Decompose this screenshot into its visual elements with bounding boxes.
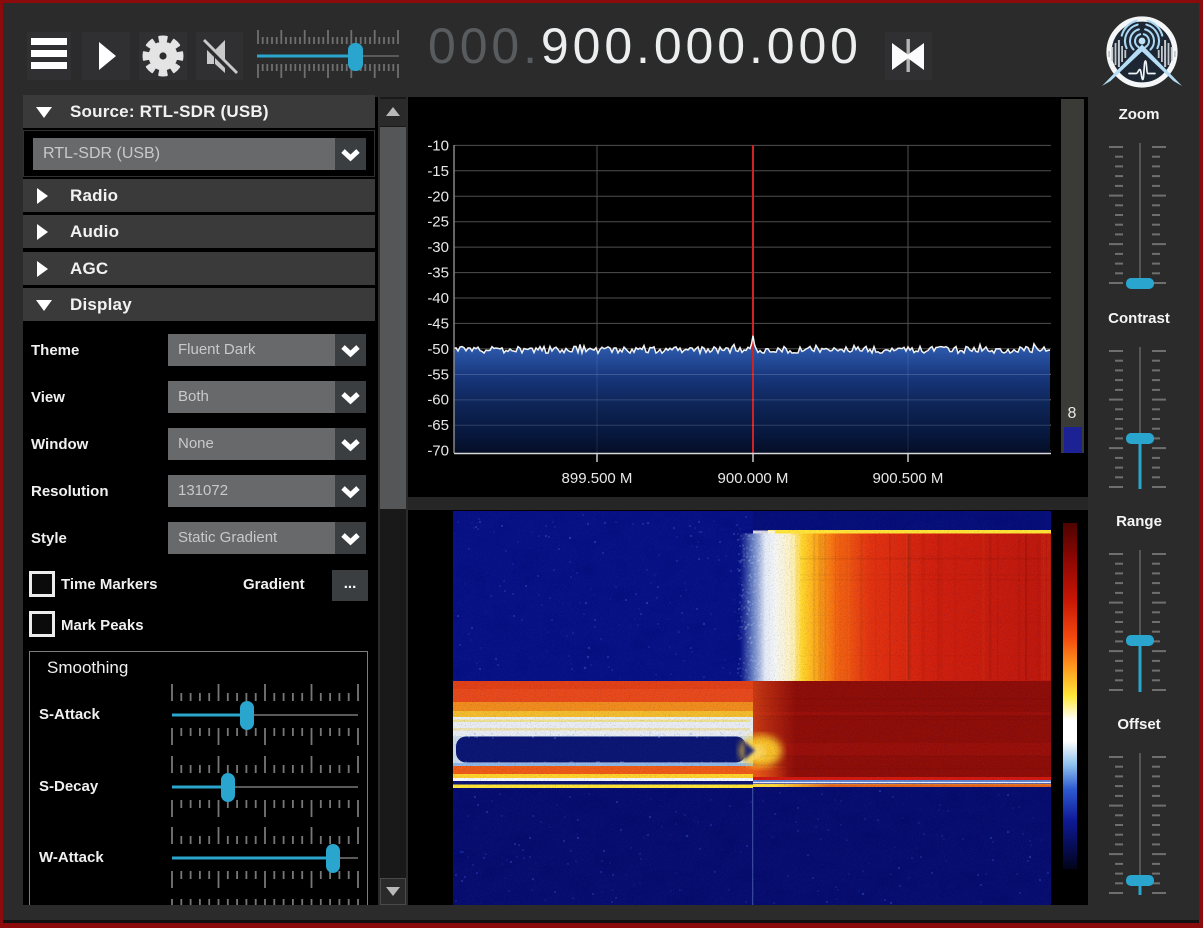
svg-text:8: 8 xyxy=(1068,405,1077,422)
svg-text:Contrast: Contrast xyxy=(1108,310,1170,327)
svg-text:Offset: Offset xyxy=(1117,716,1160,733)
svg-text:Range: Range xyxy=(1116,513,1162,530)
svg-text:-20: -20 xyxy=(427,188,449,205)
svg-text:-25: -25 xyxy=(427,214,449,231)
svg-text:-30: -30 xyxy=(427,239,449,256)
svg-text:-40: -40 xyxy=(427,290,449,307)
svg-text:900.500 M: 900.500 M xyxy=(873,470,944,487)
svg-text:-60: -60 xyxy=(427,392,449,409)
svg-text:Zoom: Zoom xyxy=(1119,106,1160,123)
svg-text:-45: -45 xyxy=(427,315,449,332)
svg-text:-70: -70 xyxy=(427,443,449,460)
svg-text:-50: -50 xyxy=(427,341,449,358)
svg-text:-55: -55 xyxy=(427,366,449,383)
svg-text:-65: -65 xyxy=(427,417,449,434)
svg-text:-10: -10 xyxy=(427,137,449,154)
svg-text:-35: -35 xyxy=(427,265,449,282)
svg-text:-15: -15 xyxy=(427,163,449,180)
svg-text:900.000 M: 900.000 M xyxy=(718,470,789,487)
svg-text:899.500 M: 899.500 M xyxy=(562,470,633,487)
